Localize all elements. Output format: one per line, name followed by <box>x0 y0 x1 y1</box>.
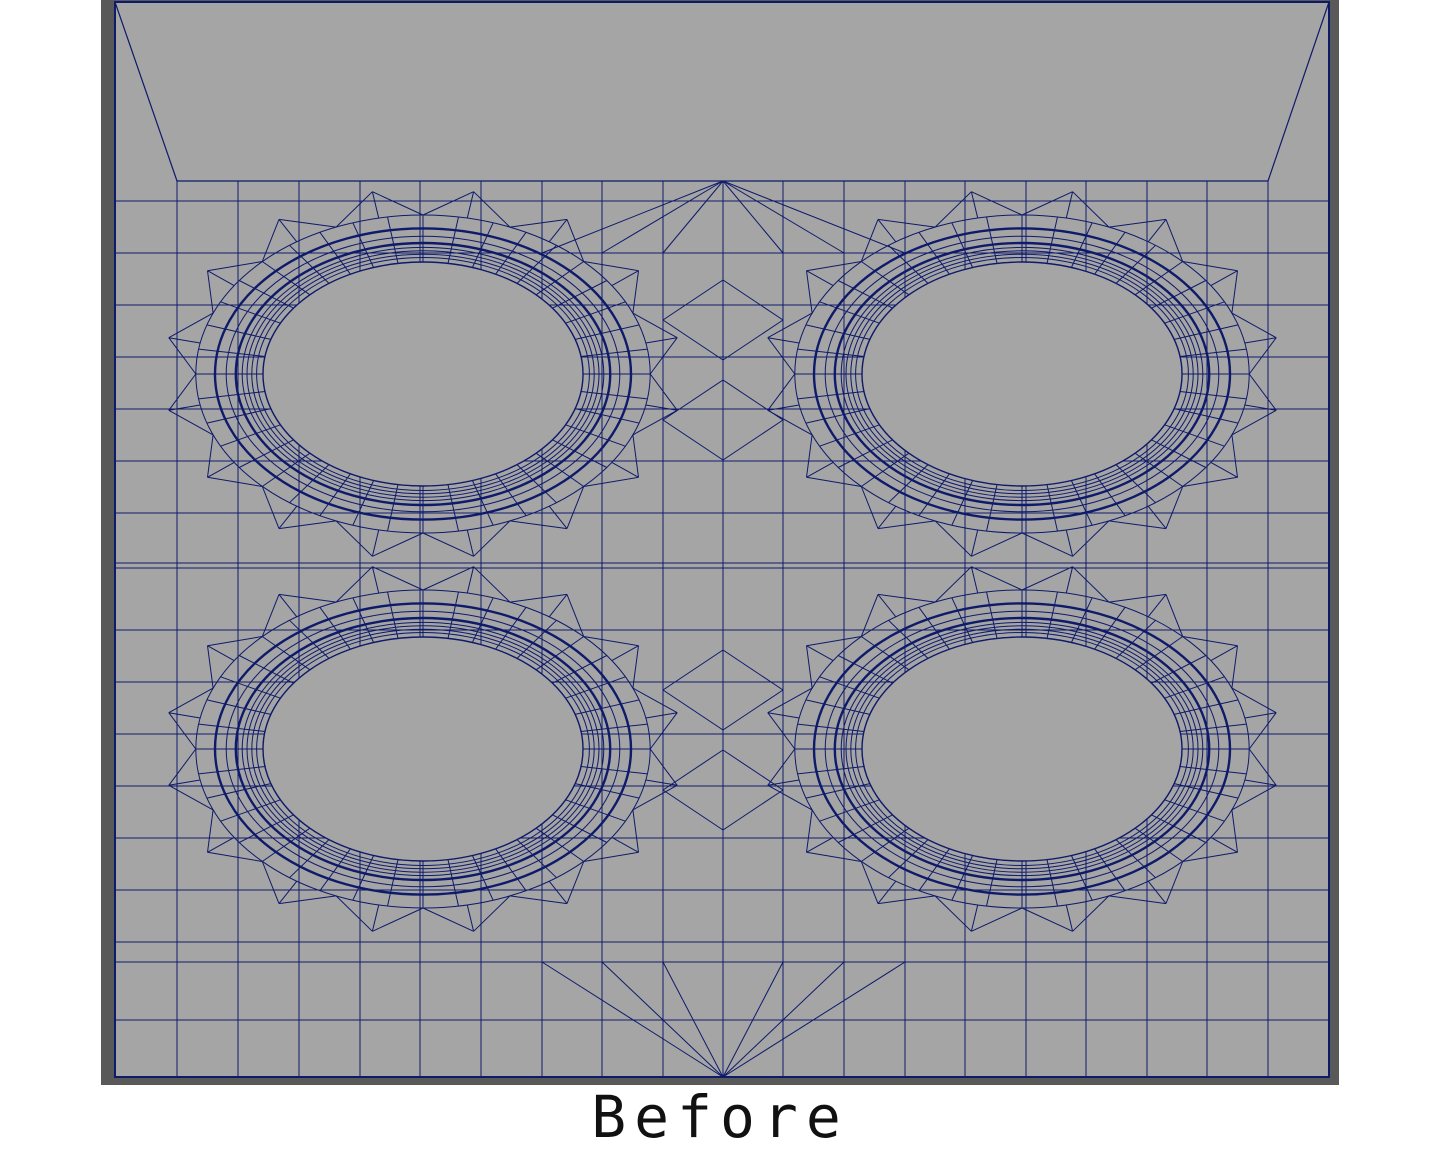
wireframe-mesh <box>114 1 1330 1078</box>
hole-4 <box>861 636 1183 862</box>
hole-2 <box>861 261 1183 487</box>
caption-label: Before <box>591 1083 849 1151</box>
hole-1 <box>262 261 584 487</box>
uv-editor-viewport[interactable] <box>101 0 1339 1085</box>
hole-3 <box>262 636 584 862</box>
